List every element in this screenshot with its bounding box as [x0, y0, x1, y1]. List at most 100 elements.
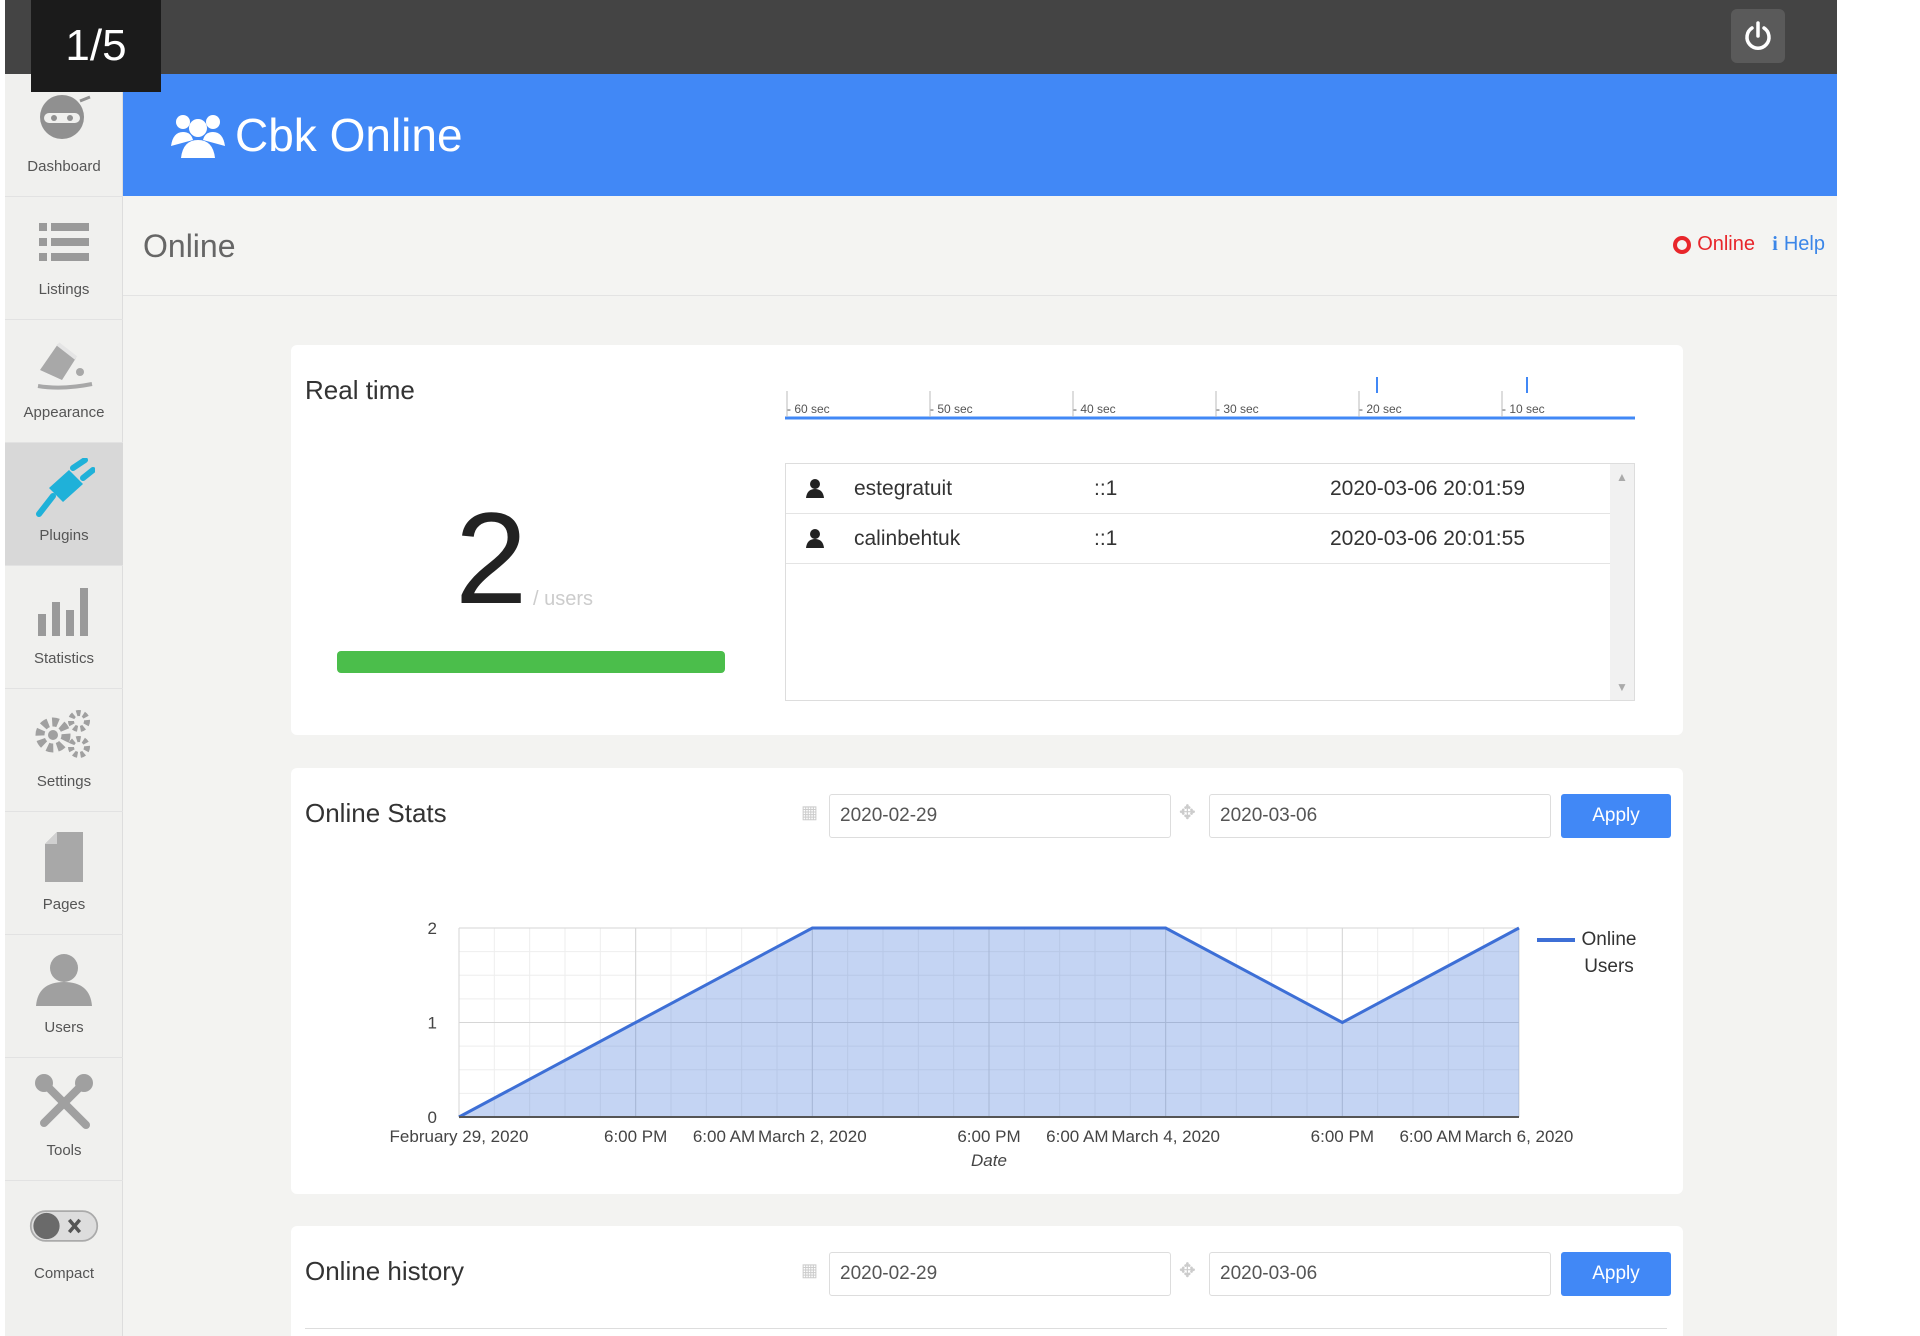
realtime-panel: Real time 2 / users - 60 sec - 50 sec - 40…	[291, 345, 1683, 735]
history-date-to[interactable]	[1209, 1252, 1551, 1296]
online-stats-chart: 012February 29, 2020 6:00 PM 6:00 AM March …	[390, 919, 1637, 1170]
sidebar-item-listings[interactable]: Listings	[5, 197, 123, 320]
x-tick-label: 6:00 PM	[957, 1127, 1020, 1146]
timeline-tick-label: - 20 sec	[1359, 402, 1402, 416]
power-button[interactable]	[1731, 9, 1785, 63]
sidebar-item-dashboard[interactable]: Dashboard	[5, 74, 123, 197]
x-tick-label: 6:00 AM	[1046, 1127, 1108, 1146]
timeline-tick-label: - 30 sec	[1216, 402, 1259, 416]
sidebar-item-users[interactable]: Users	[5, 935, 123, 1058]
x-axis-title: Date	[971, 1151, 1007, 1170]
sidebar-item-plugins[interactable]: Plugins	[5, 443, 123, 566]
plugin-icon	[29, 455, 99, 521]
top-bar	[5, 0, 1837, 74]
scroll-down-icon[interactable]: ▼	[1616, 680, 1628, 694]
history-title: Online history	[305, 1256, 464, 1286]
x-tick-label: 6:00 PM	[1311, 1127, 1374, 1146]
tools-icon	[29, 1070, 99, 1136]
online-link[interactable]: Online	[1673, 233, 1755, 256]
user-icon	[806, 528, 824, 554]
history-date-from[interactable]	[829, 1252, 1171, 1296]
y-tick-label: 0	[428, 1108, 437, 1127]
online-stats-panel: Online Stats ▦ ✥ Apply 012February 29, 2…	[291, 768, 1683, 1194]
sidebar-item-label: Pages	[42, 896, 86, 913]
plugin-title: Cbk Online	[235, 109, 463, 161]
history-table-top-border	[305, 1328, 1667, 1329]
user-ip: ::1	[1094, 477, 1118, 500]
slide-counter: 1/5	[31, 0, 161, 92]
sidebar-item-label: Plugins	[39, 527, 89, 544]
online-users-list: estegratuit ::1 2020-03-06 20:01:59 cali…	[785, 463, 1635, 701]
user-name: estegratuit	[854, 477, 953, 500]
x-tick-label: 6:00 AM	[693, 1127, 755, 1146]
sidebar-item-tools[interactable]: Tools	[5, 1058, 123, 1181]
compact-toggle-icon[interactable]	[29, 1193, 99, 1259]
online-link-label: Online	[1697, 233, 1755, 255]
y-tick-label: 2	[428, 919, 437, 938]
sidebar-item-pages[interactable]: Pages	[5, 812, 123, 935]
x-tick-label: March 4, 2020	[1111, 1127, 1220, 1146]
user-time: 2020-03-06 20:01:59	[1330, 477, 1525, 500]
x-tick-label: March 2, 2020	[758, 1127, 867, 1146]
listings-icon	[29, 209, 99, 275]
online-history-panel: Online history ▦ ✥ Apply	[291, 1226, 1683, 1336]
scroll-up-icon[interactable]: ▲	[1616, 470, 1628, 484]
sidebar-item-label: Tools	[46, 1142, 82, 1159]
statistics-icon	[29, 578, 99, 644]
timeline-tick-label: - 10 sec	[1502, 402, 1545, 416]
sidebar-item-label: Compact	[33, 1265, 95, 1282]
timeline-tick-label: - 60 sec	[787, 402, 830, 416]
x-tick-label: February 29, 2020	[390, 1127, 529, 1146]
timeline-tick-label: - 40 sec	[1073, 402, 1116, 416]
settings-icon	[29, 701, 99, 767]
help-link-label: Help	[1783, 233, 1825, 255]
x-tick-label: March 6, 2020	[1465, 1127, 1574, 1146]
sidebar-item-label: Users	[44, 1019, 84, 1036]
sidebar-item-label: Statistics	[33, 650, 94, 667]
page-title: Online	[143, 228, 236, 264]
sidebar-item-compact[interactable]: Compact	[5, 1181, 123, 1304]
timeline-tick-label: - 50 sec	[930, 402, 973, 416]
online-user-count: 2	[455, 485, 528, 631]
sidebar-item-appearance[interactable]: Appearance	[5, 320, 123, 443]
sidebar-item-statistics[interactable]: Statistics	[5, 566, 123, 689]
sidebar-item-label: Settings	[36, 773, 92, 790]
sidebar-item-settings[interactable]: Settings	[5, 689, 123, 812]
realtime-progress-bar	[337, 651, 725, 673]
x-tick-label: 6:00 PM	[604, 1127, 667, 1146]
x-tick-label: 6:00 AM	[1399, 1127, 1461, 1146]
legend-label: Online	[1582, 929, 1637, 950]
help-link[interactable]: i Help	[1772, 233, 1825, 256]
admin-app: Dashboard Listings Appearance Plugins St…	[5, 0, 1837, 1336]
user-time: 2020-03-06 20:01:55	[1330, 527, 1525, 550]
appearance-icon	[29, 332, 99, 398]
page-subheader: Online Online i Help	[123, 196, 1837, 296]
realtime-timeline: - 60 sec - 50 sec - 40 sec - 30 sec - 20 sec…	[785, 377, 1635, 420]
legend-label: Users	[1584, 956, 1634, 977]
info-icon: i	[1772, 233, 1778, 255]
pages-icon	[29, 824, 99, 890]
online-dot-icon	[1673, 235, 1692, 254]
sidebar-item-label: Appearance	[23, 404, 105, 421]
list-item[interactable]: estegratuit ::1 2020-03-06 20:01:59	[786, 464, 1612, 514]
power-icon	[1745, 21, 1771, 50]
screenshot-frame: Dashboard Listings Appearance Plugins St…	[0, 0, 1920, 1336]
sidebar-item-label: Dashboard	[27, 158, 101, 175]
online-user-unit: / users	[533, 588, 594, 610]
dashboard-icon	[29, 86, 99, 152]
sidebar-item-label: Listings	[38, 281, 90, 298]
range-arrows-icon: ✥	[1179, 1260, 1196, 1282]
user-name: calinbehtuk	[854, 527, 961, 550]
users-group-icon	[171, 112, 225, 165]
calendar-icon: ▦	[801, 1260, 819, 1280]
y-tick-label: 1	[428, 1014, 437, 1033]
realtime-title: Real time	[305, 375, 415, 405]
user-ip: ::1	[1094, 527, 1118, 550]
history-apply-button[interactable]: Apply	[1561, 1252, 1671, 1296]
sidebar: Dashboard Listings Appearance Plugins St…	[5, 74, 123, 1336]
user-icon	[806, 478, 824, 504]
plugin-header: Cbk Online	[123, 74, 1837, 196]
list-scrollbar[interactable]: ▲ ▼	[1610, 464, 1634, 700]
users-icon	[29, 947, 99, 1013]
list-item[interactable]: calinbehtuk ::1 2020-03-06 20:01:55	[786, 514, 1612, 564]
